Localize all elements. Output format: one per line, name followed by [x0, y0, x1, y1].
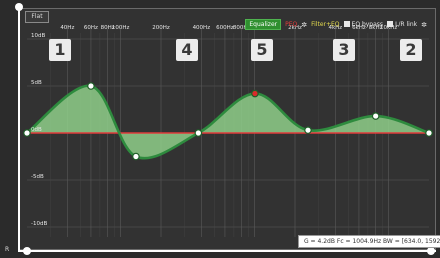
band-handle-4[interactable] [132, 152, 140, 161]
band-handle-1[interactable] [87, 82, 95, 90]
checkbox-icon [387, 21, 394, 27]
freq-tick-label: 200Hz [152, 25, 170, 31]
db-tick-label: 5dB [31, 80, 42, 86]
filter-eq-toggle[interactable]: Filter+EQ [311, 21, 339, 28]
equalizer-button[interactable]: Equalizer [245, 19, 282, 30]
freq-tick-label: 40Hz [60, 25, 74, 31]
horizontal-slider-knob[interactable] [23, 247, 31, 255]
eq-graph[interactable]: 40Hz60Hz80Hz100Hz200Hz400Hz600Hz800Hz1kH… [19, 9, 435, 249]
band-handle-end[interactable] [425, 129, 433, 137]
eq-editor: 40Hz60Hz80Hz100Hz200Hz400Hz600Hz800Hz1kH… [0, 0, 440, 258]
settings-icon[interactable]: ✲ [421, 21, 427, 29]
band-badge-5: 5 [251, 39, 273, 61]
freq-tick-label: 400Hz [193, 25, 211, 31]
peq-toggle[interactable]: PEQ [285, 21, 297, 28]
checkbox-icon [343, 21, 350, 27]
lr-link-label: L/R link [395, 21, 418, 28]
eq-bypass-label: EQ bypass [351, 21, 384, 28]
vertical-gain-slider[interactable] [18, 6, 20, 252]
r-channel-label: R [5, 246, 10, 253]
eq-graph-frame: 40Hz60Hz80Hz100Hz200Hz400Hz600Hz800Hz1kH… [18, 8, 436, 250]
band-handle-5[interactable] [251, 89, 259, 98]
flat-button[interactable]: Flat [25, 11, 49, 23]
db-tick-label: -10dB [31, 221, 47, 227]
band-badge-1: 1 [49, 39, 71, 61]
band-badge-4: 4 [176, 39, 198, 61]
band-badge-2: 2 [400, 39, 422, 61]
band-handle-6[interactable] [194, 129, 203, 137]
eq-fill-area [27, 85, 429, 159]
band-handle-3[interactable] [371, 112, 380, 120]
horizontal-slider-knob-end[interactable] [427, 247, 435, 255]
vertical-slider-knob[interactable] [15, 3, 23, 11]
band-badge-3: 3 [333, 39, 355, 61]
db-tick-label: 10dB [31, 33, 45, 39]
db-tick-label: 0dB [31, 127, 42, 133]
freq-tick-label: 100Hz [112, 25, 130, 31]
band-handle-start[interactable] [23, 129, 31, 137]
settings-icon[interactable]: ✲ [301, 21, 307, 29]
band-handle-7[interactable] [304, 126, 312, 134]
freq-tick-label: 60Hz [84, 25, 98, 31]
db-tick-label: -5dB [31, 174, 44, 180]
horizontal-freq-slider[interactable] [18, 250, 436, 252]
lr-link-checkbox[interactable]: L/R link [387, 21, 417, 28]
band-readout: G = 4.2dB Fc = 1004.9Hz BW = [634.0, 159… [298, 235, 440, 248]
freq-tick-label: 600Hz [216, 25, 234, 31]
eq-toolbar: Equalizer PEQ ✲ Filter+EQ EQ bypass L/R … [245, 19, 427, 30]
eq-bypass-checkbox[interactable]: EQ bypass [343, 21, 384, 28]
